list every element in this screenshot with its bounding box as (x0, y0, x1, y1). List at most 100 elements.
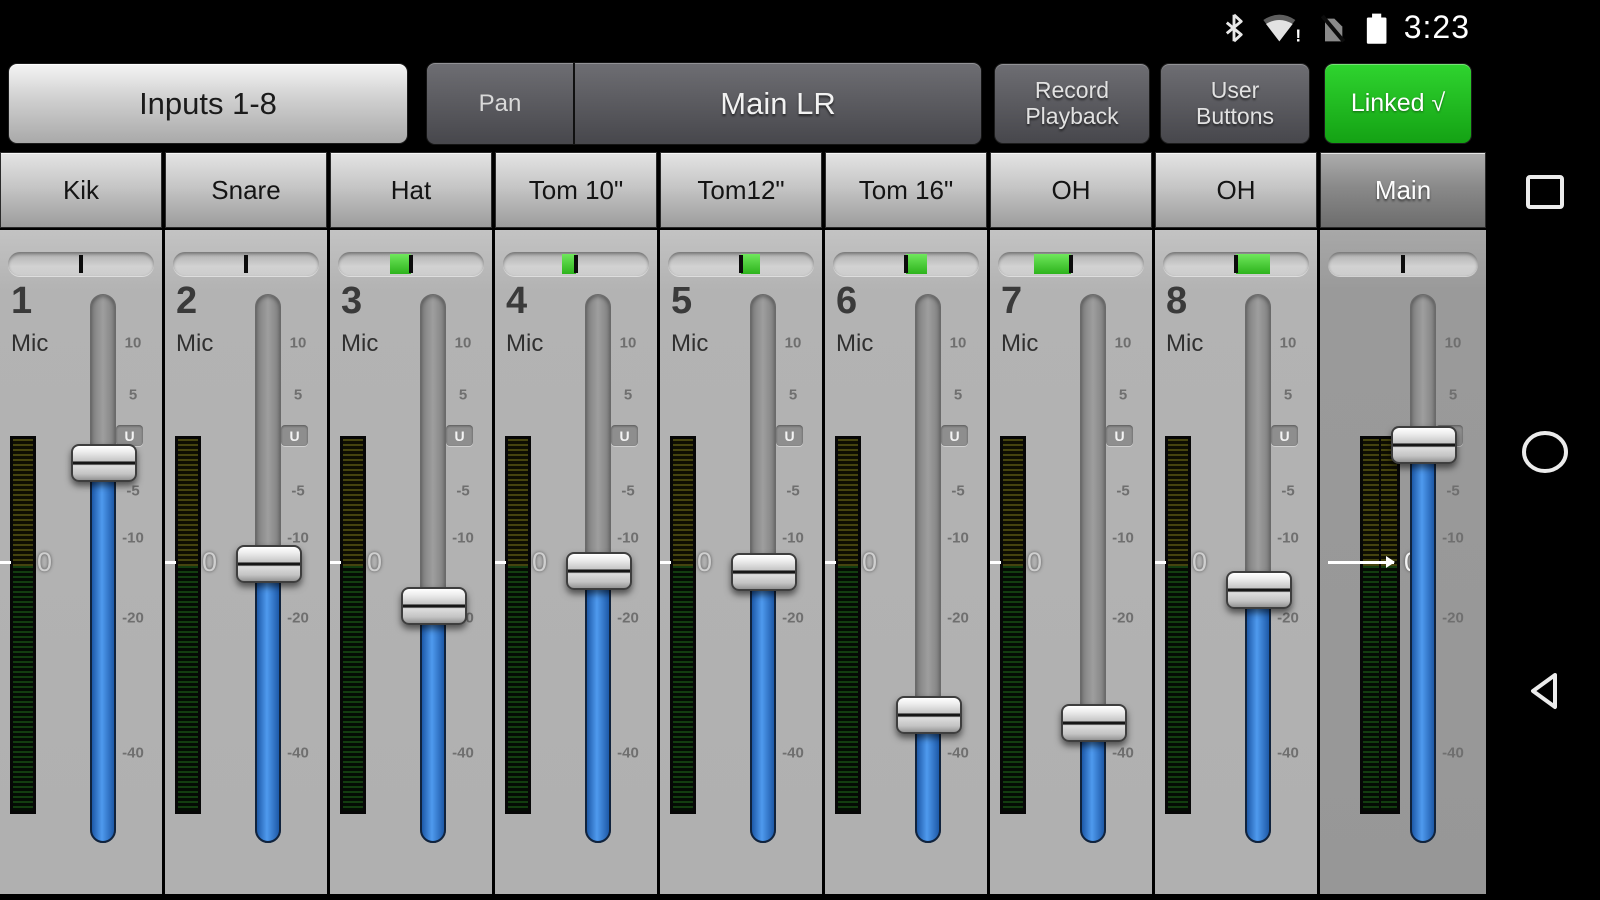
pan-center-tick (409, 255, 413, 273)
scale-minus40: -40 (943, 745, 973, 762)
channel-select-button[interactable]: Main (1320, 152, 1486, 228)
scale-minus5: -5 (943, 483, 973, 500)
scale-minus5: -5 (1108, 483, 1138, 500)
svg-text:!: ! (1295, 25, 1301, 44)
pan-slider[interactable] (668, 252, 814, 276)
scale-5: 5 (1108, 387, 1138, 404)
fader-track[interactable] (420, 294, 446, 843)
channel-strip-body: 5 Mic 0 10 5 U -5 -10 -20 -40 (660, 230, 822, 894)
scale-10: 10 (778, 335, 808, 352)
level-meter (1360, 436, 1400, 814)
main-lr-button[interactable]: Main LR (575, 63, 981, 144)
channel-select-button[interactable]: Tom12" (660, 152, 822, 228)
unity-badge: U (446, 425, 473, 446)
pan-fill (1034, 254, 1071, 274)
channel-strip: Hat 3 Mic 0 10 5 U -5 (330, 152, 492, 894)
channel-number: 1 (11, 280, 32, 323)
channel-select-button[interactable]: Tom 16" (825, 152, 987, 228)
meter-upper-segments (838, 439, 858, 566)
fader-cap[interactable] (1226, 571, 1292, 609)
pan-center-tick (1069, 255, 1073, 273)
fader-fill (585, 570, 611, 843)
meter-zero-tick (660, 561, 671, 564)
scale-5: 5 (778, 387, 808, 404)
scale-5: 5 (943, 387, 973, 404)
channel-select-button[interactable]: Snare (165, 152, 327, 228)
android-nav-bar (1490, 55, 1600, 900)
pan-center-tick (904, 255, 908, 273)
home-button-icon[interactable] (1519, 427, 1571, 482)
inputs-1-8-button[interactable]: Inputs 1-8 (8, 63, 408, 144)
meter-zero-label: 0 (1192, 547, 1207, 578)
meter-upper-segments (508, 439, 528, 566)
record-playback-button[interactable]: RecordPlayback (994, 63, 1150, 144)
pan-center-tick (574, 255, 578, 273)
fader-track[interactable] (1410, 294, 1436, 843)
fader-track[interactable] (1080, 294, 1106, 843)
pan-slider[interactable] (998, 252, 1144, 276)
pan-slider[interactable] (833, 252, 979, 276)
fader-fill (255, 563, 281, 843)
pan-slider[interactable] (338, 252, 484, 276)
fader-cap[interactable] (1061, 704, 1127, 742)
back-button-icon[interactable] (1523, 667, 1567, 720)
level-meter (340, 436, 366, 814)
pan-slider[interactable] (1163, 252, 1309, 276)
channel-select-button[interactable]: OH (1155, 152, 1317, 228)
fader-cap[interactable] (71, 444, 137, 482)
channel-strip: Snare 2 Mic 0 10 5 U -5 (165, 152, 327, 894)
fader-cap[interactable] (236, 545, 302, 583)
channel-number: 6 (836, 280, 857, 323)
channel-source-label: Mic (836, 330, 873, 358)
meter-upper-segments (13, 439, 33, 566)
channel-strip: OH 8 Mic 0 10 5 U -5 (1155, 152, 1317, 894)
scale-minus40: -40 (1108, 745, 1138, 762)
scale-minus5: -5 (448, 483, 478, 500)
channel-select-button[interactable]: OH (990, 152, 1152, 228)
fader-cap[interactable] (731, 553, 797, 591)
channel-strip-body: 3 Mic 0 10 5 U -5 -10 -20 -40 (330, 230, 492, 894)
level-meter (175, 436, 201, 814)
pan-slider[interactable] (173, 252, 319, 276)
channel-source-label: Mic (671, 330, 708, 358)
pan-fill (390, 254, 411, 274)
meter-upper-segments (343, 439, 363, 566)
recents-button-icon[interactable] (1523, 173, 1567, 218)
pan-button[interactable]: Pan (427, 63, 575, 144)
fader-cap[interactable] (896, 696, 962, 734)
meter-zero-label: 0 (1027, 547, 1042, 578)
fader-track[interactable] (915, 294, 941, 843)
toolbar: Inputs 1-8 Pan Main LR RecordPlayback Us… (0, 55, 1490, 152)
channel-strip-body: 6 Mic 0 10 5 U -5 -10 -20 -40 (825, 230, 987, 894)
meter-zero-tick (0, 561, 11, 564)
fader-cap[interactable] (401, 587, 467, 625)
channel-number: 3 (341, 280, 362, 323)
channel-strip: Main L/R 0 10 5 U -5 (1320, 152, 1486, 894)
pan-slider[interactable] (503, 252, 649, 276)
channel-strip: Tom 16" 6 Mic 0 10 5 U (825, 152, 987, 894)
fader-track[interactable] (90, 294, 116, 843)
pan-slider[interactable] (1328, 252, 1478, 276)
unity-badge: U (776, 425, 803, 446)
channel-select-button[interactable]: Kik (0, 152, 162, 228)
fader-fill (90, 462, 116, 843)
user-buttons-button[interactable]: UserButtons (1160, 63, 1310, 144)
scale-10: 10 (448, 335, 478, 352)
fader-track[interactable] (1245, 294, 1271, 843)
fader-fill (750, 571, 776, 843)
linked-toggle-button[interactable]: Linked √ (1324, 63, 1472, 144)
channel-number: 7 (1001, 280, 1022, 323)
scale-minus20: -20 (283, 610, 313, 627)
scale-minus20: -20 (778, 610, 808, 627)
meter-zero-tick (1328, 561, 1394, 564)
meter-upper-segments (1168, 439, 1188, 566)
pan-slider[interactable] (8, 252, 154, 276)
channel-select-button[interactable]: Hat (330, 152, 492, 228)
channel-name-label: Kik (63, 175, 99, 206)
fader-cap[interactable] (1391, 426, 1457, 464)
channel-strip: Tom12" 5 Mic 0 10 5 U - (660, 152, 822, 894)
meter-zero-label: 0 (532, 547, 547, 578)
fader-cap[interactable] (566, 552, 632, 590)
channel-strip-body: 1 Mic 0 10 5 U -5 -10 -20 -40 (0, 230, 162, 894)
channel-select-button[interactable]: Tom 10" (495, 152, 657, 228)
